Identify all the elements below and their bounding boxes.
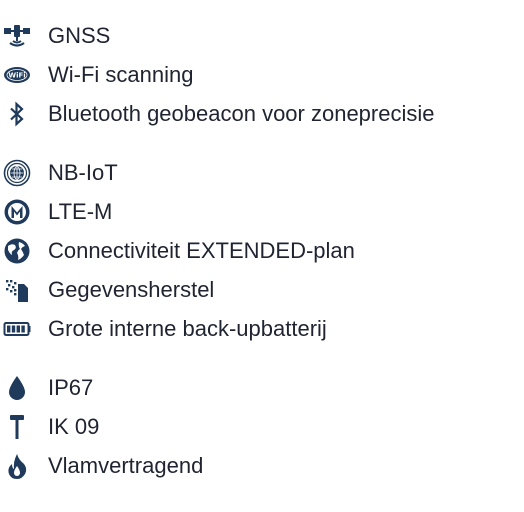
- list-item: WiFi Wi-Fi scanning: [0, 55, 524, 94]
- hammer-icon: [2, 412, 32, 442]
- satellite-icon: [2, 21, 32, 51]
- item-label: IP67: [48, 374, 94, 400]
- wifi-badge-icon: WiFi: [2, 60, 32, 90]
- svg-text:WiFi: WiFi: [8, 71, 25, 79]
- bluetooth-icon: [2, 99, 32, 129]
- list-item: Grote interne back-upbatterij: [0, 309, 524, 348]
- positioning-group: GNSS WiFi Wi-Fi scanning Bluetooth geobe…: [0, 0, 524, 133]
- battery-icon: [2, 314, 32, 344]
- item-label: GNSS: [48, 22, 111, 48]
- durability-group: IP67 IK 09 Vlamvertragend: [0, 368, 524, 485]
- connectivity-group: NB-IoT LTE-M Connectiviteit EXTENDED-pla…: [0, 153, 524, 348]
- water-drop-icon: [2, 373, 32, 403]
- list-item: IP67: [0, 368, 524, 407]
- list-item: Bluetooth geobeacon voor zoneprecisie: [0, 94, 524, 133]
- list-item: IK 09: [0, 407, 524, 446]
- list-item: Gegevensherstel: [0, 270, 524, 309]
- nbiot-antenna-icon: [2, 158, 32, 188]
- item-label: Vlamvertragend: [48, 452, 204, 478]
- list-item: LTE-M: [0, 192, 524, 231]
- list-item: Vlamvertragend: [0, 446, 524, 485]
- item-label: Bluetooth geobeacon voor zoneprecisie: [48, 100, 435, 126]
- item-label: Gegevensherstel: [48, 276, 215, 302]
- item-label: NB-IoT: [48, 159, 118, 185]
- flame-icon: [2, 451, 32, 481]
- list-item: Connectiviteit EXTENDED-plan: [0, 231, 524, 270]
- item-label: Grote interne back-upbatterij: [48, 315, 327, 341]
- data-recovery-icon: [2, 275, 32, 305]
- ltem-badge-icon: [2, 197, 32, 227]
- item-label: Connectiviteit EXTENDED-plan: [48, 237, 355, 263]
- list-item: GNSS: [0, 16, 524, 55]
- globe-icon: [2, 236, 32, 266]
- item-label: Wi-Fi scanning: [48, 61, 194, 87]
- item-label: LTE-M: [48, 198, 113, 224]
- item-label: IK 09: [48, 413, 100, 439]
- feature-list: GNSS WiFi Wi-Fi scanning Bluetooth geobe…: [0, 0, 524, 485]
- list-item: NB-IoT: [0, 153, 524, 192]
